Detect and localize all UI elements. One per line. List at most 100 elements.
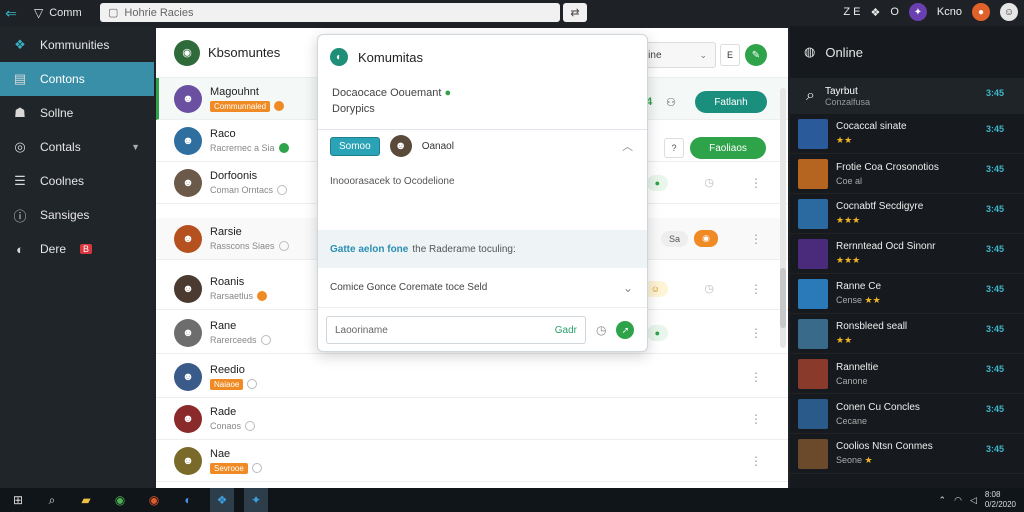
rating-stars: ★★ <box>836 135 853 145</box>
user-name[interactable]: Kcno <box>937 6 962 18</box>
clock-icon[interactable]: ◷ <box>704 176 714 189</box>
tag-label[interactable]: Z E <box>843 6 860 18</box>
community-app-icon[interactable]: ❖ <box>210 488 234 512</box>
nav-item-coolnes[interactable]: ☰ Coolnes <box>0 164 154 198</box>
chevron-down-icon: ⌄ <box>699 49 707 60</box>
app-icon[interactable]: ◉ <box>142 488 166 512</box>
row-pill[interactable]: Sa <box>660 230 688 247</box>
nav-item-sollne[interactable]: ☗ Sollne <box>0 96 154 130</box>
table-row[interactable]: ☻ Rade Conaos ⋮ <box>156 398 788 440</box>
leaf-icon[interactable]: ❖ <box>870 6 880 19</box>
chevron-down-icon: ⌄ <box>622 280 633 295</box>
network-icon[interactable]: ◠ <box>954 495 962 506</box>
contacts-icon: ▤ <box>13 71 27 86</box>
more-icon[interactable]: ⋮ <box>750 454 762 468</box>
nav-item-sansiges[interactable]: ⓘ Sansiges <box>0 198 154 232</box>
avatar: ☻ <box>174 126 202 155</box>
more-icon[interactable]: ⋮ <box>750 370 762 384</box>
search-icon[interactable]: ⌕ <box>806 87 815 105</box>
windows-start-icon[interactable]: ⊞ <box>6 488 30 512</box>
table-row[interactable]: ☻ Reedio Naiaoe ⋮ <box>156 356 788 398</box>
message-input[interactable]: Laooriname Gadr <box>326 316 586 344</box>
chat-icon[interactable]: ● <box>646 174 668 191</box>
brand[interactable]: ▽ Comm <box>22 6 90 20</box>
avatar: ☻ <box>174 404 202 433</box>
online-list: Cocaccal sinate ★★ 3:45 Frotie Coa Crosono… <box>790 114 1024 474</box>
online-item[interactable]: Rernntead Ocd Sinonr ★★★ 3:45 <box>790 234 1024 274</box>
chevron-down-icon[interactable]: ▼ <box>131 142 140 152</box>
rating-stars: ★★ <box>836 335 853 345</box>
game-thumbnail <box>798 318 828 349</box>
more-icon[interactable]: ⋮ <box>750 326 762 340</box>
chrome-icon[interactable]: ◉ <box>108 488 132 512</box>
list-scrollbar[interactable] <box>780 88 786 348</box>
nav-label: Contals <box>40 140 81 154</box>
notification-icon[interactable]: ◉ <box>694 230 718 247</box>
folder-icon[interactable]: ▰ <box>74 488 98 512</box>
list-icon: ☰ <box>14 173 26 188</box>
more-icon[interactable]: ⋮ <box>750 282 762 296</box>
nav-item-dere[interactable]: ◐ Dere B <box>0 232 154 266</box>
zoom-label[interactable]: O <box>890 6 899 18</box>
back-arrow-icon[interactable]: ⇐ <box>0 5 22 22</box>
chevron-up-icon[interactable]: ︿ <box>622 138 633 154</box>
volume-icon[interactable]: ◁ <box>970 495 977 506</box>
notice-link[interactable]: Gatte aelon fone <box>330 244 408 255</box>
clock-icon[interactable]: ◷ <box>704 282 714 295</box>
online-item-time: 3:45 <box>985 404 1004 414</box>
game-app-icon[interactable]: ✦ <box>244 488 268 512</box>
avatar[interactable]: ● <box>972 3 990 21</box>
search-icon[interactable]: ⌕ <box>40 488 64 512</box>
online-item[interactable]: Coolios Ntsn Conmes Seone ★ 3:45 <box>790 434 1024 474</box>
online-item-time: 3:45 <box>985 244 1004 254</box>
chevron-up-icon[interactable]: ⌃ <box>939 495 947 506</box>
online-item[interactable]: Ronsbleed seall ★★ 3:45 <box>790 314 1024 354</box>
nav-label: Sollne <box>40 106 74 120</box>
address-bar[interactable]: ▢ Hohrie Racies <box>100 3 560 22</box>
more-icon[interactable]: ⋮ <box>750 412 762 426</box>
scrollbar-thumb[interactable] <box>780 268 786 328</box>
planet-icon[interactable]: ✦ <box>908 3 927 21</box>
online-item[interactable]: Conen Cu Concles Cecane 3:45 <box>790 394 1024 434</box>
send-icon[interactable]: ➚ <box>616 321 635 339</box>
more-icon[interactable]: ⋮ <box>750 176 762 190</box>
more-icon[interactable]: ⋮ <box>750 232 762 246</box>
avatar: ☻ <box>174 168 202 197</box>
online-item[interactable]: Cocnabtf Secdigyre ★★★ 3:45 <box>790 194 1024 234</box>
brand-logo-icon: ▽ <box>34 6 44 20</box>
online-item-title: Ronsbleed seall <box>836 321 908 332</box>
game-thumbnail <box>798 238 828 269</box>
online-item-title: Coolios Ntsn Conmes <box>836 441 933 452</box>
setting-row[interactable]: Comice Gonce Coremate toce Seld ⌄ <box>318 268 647 308</box>
notice-banner: Gatte aelon fone the Raderame toculing: <box>318 230 647 268</box>
online-item[interactable]: Cocaccal sinate ★★ 3:45 <box>790 114 1024 154</box>
secondary-action-button[interactable]: Faoliaos <box>690 137 766 159</box>
nav-item-contals[interactable]: ◎ Contals ▼ <box>0 130 154 164</box>
row-name: Reedio <box>210 363 245 376</box>
online-item[interactable]: Frotie Coa Crosonotios Coe al 3:45 <box>790 154 1024 194</box>
nav-item-contons[interactable]: ▤ Contons <box>0 62 154 96</box>
top-right-tools: Z E ❖ O ✦ Kcno ● ☺ <box>843 3 1018 21</box>
primary-action-button[interactable]: Fatlanh <box>695 91 767 113</box>
status-icon <box>251 463 262 473</box>
address-go-icon[interactable]: ⇄ <box>563 3 587 22</box>
chat-icon[interactable]: ● <box>646 324 668 341</box>
nav-item-kommunities[interactable]: ❖ Kommunities <box>0 28 154 62</box>
send-label[interactable]: Gadr <box>555 325 577 336</box>
clock-icon[interactable]: ◷ <box>596 323 606 337</box>
popup-desc-line1: Docaocace Oouemant <box>332 87 442 99</box>
table-row[interactable]: ☻ Nae Sevrooe ⋮ <box>156 440 788 482</box>
edge-icon[interactable]: ◐ <box>176 488 200 512</box>
add-button[interactable]: ✎ <box>745 44 767 66</box>
online-item-sub: Seone ★ <box>836 455 933 466</box>
subpanel-button[interactable]: Somoo <box>330 136 380 156</box>
online-item[interactable]: Ranneltie Canone 3:45 <box>790 354 1024 394</box>
grid-view-button[interactable]: E <box>720 44 740 66</box>
setting-text: Comice Gonce Coremate toce Seld <box>330 282 488 293</box>
clock[interactable]: 8:08 0/2/2020 <box>985 490 1016 510</box>
online-item[interactable]: Ranne Ce Cense ★★ 3:45 <box>790 274 1024 314</box>
online-search[interactable]: ⌕ Tayrbut Conzalfusa 3:45 <box>790 78 1024 114</box>
profile-avatar[interactable]: ☺ <box>1000 3 1018 21</box>
help-icon[interactable]: ? <box>664 138 684 158</box>
row-name: Rarsie <box>210 226 242 238</box>
